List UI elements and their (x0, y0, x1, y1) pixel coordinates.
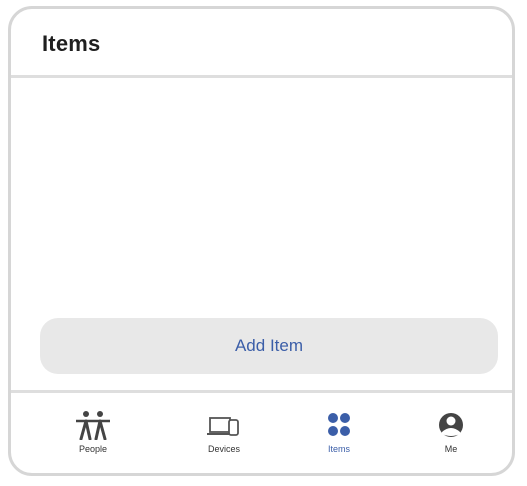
me-icon (431, 409, 471, 441)
tab-people[interactable]: People (43, 393, 143, 473)
tab-items[interactable]: Items (289, 393, 389, 473)
tab-label-people: People (78, 444, 108, 454)
tab-label-items: Items (327, 444, 350, 454)
devices-icon (204, 409, 244, 441)
items-content: Add Item (11, 78, 512, 390)
tab-label-me: Me (444, 444, 458, 454)
page-title: Items (42, 31, 101, 56)
items-icon (319, 409, 359, 441)
tab-bar: People Devices Items Me (11, 390, 512, 473)
tab-label-devices: Devices (207, 444, 240, 454)
app-window: Items Add Item People Devices Items Me (8, 6, 515, 476)
tab-me[interactable]: Me (401, 393, 501, 473)
add-item-button[interactable]: Add Item (40, 318, 498, 374)
people-icon (73, 409, 113, 441)
tab-devices[interactable]: Devices (174, 393, 274, 473)
header: Items (11, 9, 512, 78)
